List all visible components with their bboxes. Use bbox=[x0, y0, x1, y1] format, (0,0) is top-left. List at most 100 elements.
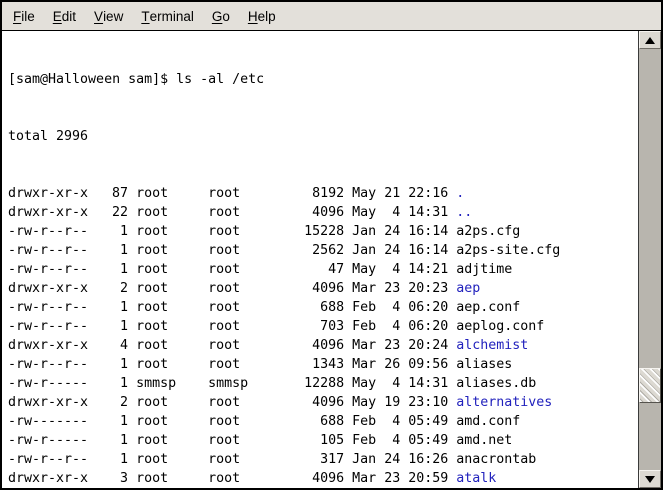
col-size: 4096 bbox=[272, 336, 344, 355]
col-size: 1343 bbox=[272, 355, 344, 374]
col-perms: -rw-r--r-- bbox=[8, 355, 88, 374]
col-date: Jan 24 16:26 bbox=[352, 450, 448, 469]
file-name: a2ps-site.cfg bbox=[456, 241, 560, 260]
col-owner: root bbox=[136, 203, 200, 222]
menu-accelerator-letter: T bbox=[141, 9, 149, 24]
menu-label-rest: dit bbox=[62, 9, 76, 24]
menu-label-rest: ile bbox=[21, 9, 35, 24]
col-size: 4096 bbox=[272, 393, 344, 412]
col-perms: drwxr-xr-x bbox=[8, 203, 88, 222]
col-owner: root bbox=[136, 317, 200, 336]
col-date: Jan 24 16:14 bbox=[352, 241, 448, 260]
col-perms: -rw-r--r-- bbox=[8, 222, 88, 241]
scroll-down-button[interactable] bbox=[639, 470, 661, 488]
col-size: 688 bbox=[272, 298, 344, 317]
terminal-screen[interactable]: [sam@Halloween sam]$ ls -al /etc total 2… bbox=[2, 31, 638, 488]
file-name: anacrontab bbox=[456, 450, 536, 469]
col-size: 317 bbox=[272, 450, 344, 469]
menu-item-terminal[interactable]: Terminal bbox=[132, 2, 203, 30]
menu-item-file[interactable]: File bbox=[4, 2, 44, 30]
col-group: root bbox=[208, 260, 272, 279]
col-perms: drwxr-xr-x bbox=[8, 393, 88, 412]
col-owner: root bbox=[136, 355, 200, 374]
col-date: May 4 14:21 bbox=[352, 260, 448, 279]
col-owner: root bbox=[136, 450, 200, 469]
scroll-trough[interactable] bbox=[639, 49, 661, 470]
menu-accelerator-letter: H bbox=[248, 9, 258, 24]
file-name: aep.conf bbox=[456, 298, 520, 317]
file-row: -rw-r--r--1rootroot47May 4 14:21adjtime bbox=[8, 260, 638, 279]
col-perms: -rw-r--r-- bbox=[8, 317, 88, 336]
col-owner: root bbox=[136, 393, 200, 412]
menu-accelerator-letter: V bbox=[94, 9, 103, 24]
col-group: root bbox=[208, 336, 272, 355]
col-perms: -rw-r----- bbox=[8, 374, 88, 393]
col-group: root bbox=[208, 469, 272, 488]
col-size: 4096 bbox=[272, 203, 344, 222]
col-links: 2 bbox=[88, 279, 128, 298]
col-owner: root bbox=[136, 241, 200, 260]
col-perms: drwxr-xr-x bbox=[8, 184, 88, 203]
col-perms: drwxr-xr-x bbox=[8, 336, 88, 355]
col-links: 1 bbox=[88, 412, 128, 431]
col-date: Mar 26 09:56 bbox=[352, 355, 448, 374]
col-links: 4 bbox=[88, 336, 128, 355]
col-perms: -rw-r--r-- bbox=[8, 241, 88, 260]
menu-item-go[interactable]: Go bbox=[203, 2, 239, 30]
col-group: root bbox=[208, 184, 272, 203]
file-name: aliases.db bbox=[456, 374, 536, 393]
menu-label-rest: elp bbox=[258, 9, 276, 24]
col-size: 2562 bbox=[272, 241, 344, 260]
col-group: root bbox=[208, 222, 272, 241]
col-date: Feb 4 05:49 bbox=[352, 412, 448, 431]
down-arrow-icon bbox=[645, 476, 655, 483]
col-links: 22 bbox=[88, 203, 128, 222]
col-size: 4096 bbox=[272, 469, 344, 488]
file-row: drwxr-xr-x2rootroot4096Mar 23 20:23aep bbox=[8, 279, 638, 298]
col-date: Feb 4 06:20 bbox=[352, 317, 448, 336]
file-row: -rw-r-----1rootroot105Feb 4 05:49amd.net bbox=[8, 431, 638, 450]
col-group: root bbox=[208, 279, 272, 298]
file-name: aeplog.conf bbox=[456, 317, 544, 336]
col-owner: root bbox=[136, 279, 200, 298]
col-group: root bbox=[208, 431, 272, 450]
menu-item-edit[interactable]: Edit bbox=[44, 2, 85, 30]
file-row: -rw-r--r--1rootroot15228Jan 24 16:14a2ps… bbox=[8, 222, 638, 241]
file-name: a2ps.cfg bbox=[456, 222, 520, 241]
col-owner: root bbox=[136, 260, 200, 279]
file-row: -rw-------1rootroot688Feb 4 05:49amd.con… bbox=[8, 412, 638, 431]
col-owner: root bbox=[136, 412, 200, 431]
col-date: May 19 23:10 bbox=[352, 393, 448, 412]
prompt-line: [sam@Halloween sam]$ ls -al /etc bbox=[8, 70, 638, 89]
col-owner: root bbox=[136, 298, 200, 317]
file-name: .. bbox=[456, 203, 472, 222]
col-links: 1 bbox=[88, 298, 128, 317]
col-links: 1 bbox=[88, 241, 128, 260]
col-perms: drwxr-xr-x bbox=[8, 469, 88, 488]
scroll-thumb[interactable] bbox=[639, 368, 661, 403]
menu-label-rest: o bbox=[222, 9, 230, 24]
col-perms: -rw-r----- bbox=[8, 431, 88, 450]
col-size: 703 bbox=[272, 317, 344, 336]
scrollbar[interactable] bbox=[638, 31, 661, 488]
col-perms: -rw-r--r-- bbox=[8, 298, 88, 317]
col-owner: root bbox=[136, 431, 200, 450]
col-owner: root bbox=[136, 184, 200, 203]
col-group: root bbox=[208, 355, 272, 374]
menu-item-view[interactable]: View bbox=[85, 2, 132, 30]
file-name: aep bbox=[456, 279, 480, 298]
menu-item-help[interactable]: Help bbox=[239, 2, 285, 30]
col-group: root bbox=[208, 298, 272, 317]
col-owner: root bbox=[136, 336, 200, 355]
file-row: drwxr-xr-x22rootroot4096May 4 14:31.. bbox=[8, 203, 638, 222]
file-row: drwxr-xr-x3rootroot4096Mar 23 20:59atalk bbox=[8, 469, 638, 488]
col-group: root bbox=[208, 412, 272, 431]
col-links: 1 bbox=[88, 260, 128, 279]
col-size: 105 bbox=[272, 431, 344, 450]
col-date: May 4 14:31 bbox=[352, 203, 448, 222]
file-name: atalk bbox=[456, 469, 496, 488]
file-row: -rw-r--r--1rootroot688Feb 4 06:20aep.con… bbox=[8, 298, 638, 317]
scroll-up-button[interactable] bbox=[639, 31, 661, 49]
col-date: May 21 22:16 bbox=[352, 184, 448, 203]
col-owner: smmsp bbox=[136, 374, 200, 393]
